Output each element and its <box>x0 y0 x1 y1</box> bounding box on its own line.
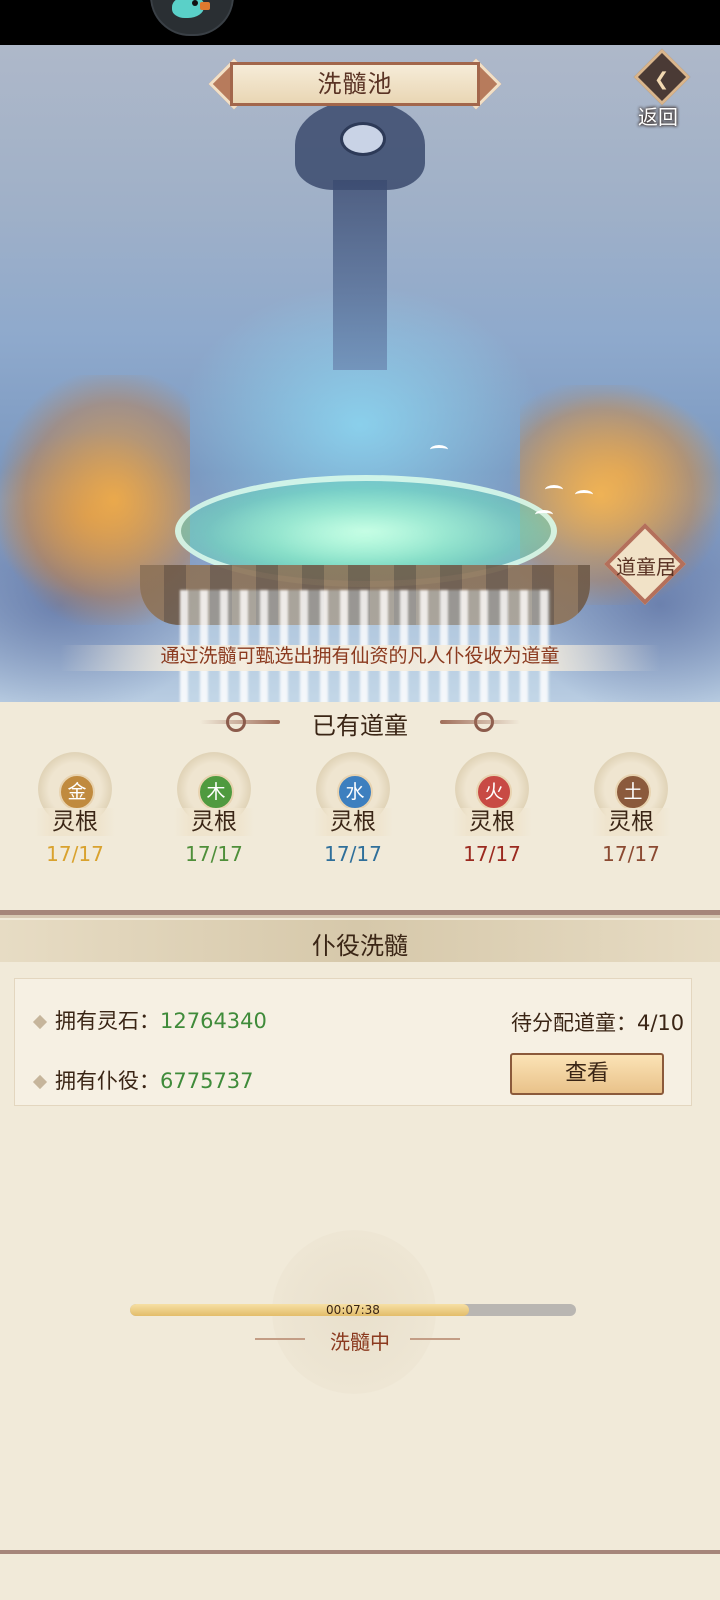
root-count: 17/17 <box>185 842 243 866</box>
spirit-tower <box>285 100 435 370</box>
root-fire[interactable]: 火 灵根 17/17 <box>452 752 532 872</box>
root-metal[interactable]: 金 灵根 17/17 <box>35 752 115 872</box>
wash-status: 洗髓中 <box>330 1330 390 1354</box>
servant-section-title: 仆役洗髓 <box>312 932 408 960</box>
daotongju-label: 道童居 <box>616 555 676 579</box>
spirit-roots: 金 灵根 17/17 木 灵根 17/17 水 灵根 17/17 火 灵根 17… <box>0 752 720 872</box>
back-label: 返回 <box>638 105 678 129</box>
crane-icon <box>430 445 448 454</box>
servants-value: 6775737 <box>160 1069 254 1093</box>
stones-value: 12764340 <box>160 1009 267 1033</box>
status-bar <box>0 0 720 45</box>
root-label: 灵根 <box>313 808 393 836</box>
root-count: 17/17 <box>463 842 521 866</box>
crane-icon <box>575 490 593 499</box>
pending-row: 待分配道童：4/10 <box>511 1007 684 1037</box>
water-element-icon: 水 <box>337 774 373 810</box>
root-label: 灵根 <box>35 808 115 836</box>
root-label: 灵根 <box>174 808 254 836</box>
root-earth[interactable]: 土 灵根 17/17 <box>591 752 671 872</box>
back-button[interactable]: ❮ 返回 <box>630 48 700 129</box>
root-count: 17/17 <box>46 842 104 866</box>
wood-element-icon: 木 <box>198 774 234 810</box>
stones-row: 拥有灵石：12764340 <box>32 1005 267 1035</box>
lower-panel: 已有道童 金 灵根 17/17 木 灵根 17/17 水 灵根 17/17 火 … <box>0 702 720 1600</box>
root-label: 灵根 <box>591 808 671 836</box>
servant-info-box: 拥有灵石：12764340 拥有仆役：6775737 待分配道童：4/10 查看 <box>14 978 692 1106</box>
root-count: 17/17 <box>602 842 660 866</box>
wash-timer: 00:07:38 <box>326 1303 380 1317</box>
root-label: 灵根 <box>452 808 532 836</box>
servants-row: 拥有仆役：6775737 <box>32 1065 254 1095</box>
crane-icon <box>545 485 563 494</box>
earth-element-icon: 土 <box>615 774 651 810</box>
fire-element-icon: 火 <box>476 774 512 810</box>
pending-label: 待分配道童： <box>511 1011 637 1035</box>
servants-label: 拥有仆役： <box>55 1069 160 1093</box>
daotong-section-header: 已有道童 <box>190 702 530 744</box>
scene-description: 通过洗髓可甄选出拥有仙资的凡人仆役收为道童 <box>160 645 560 667</box>
stones-label: 拥有灵石： <box>55 1009 160 1033</box>
daotongju-button[interactable]: 道童居 <box>603 522 688 607</box>
root-wood[interactable]: 木 灵根 17/17 <box>174 752 254 872</box>
pending-value: 4/10 <box>637 1011 685 1035</box>
metal-element-icon: 金 <box>59 774 95 810</box>
diamond-bullet-icon <box>32 1014 48 1030</box>
view-button[interactable]: 查看 <box>510 1053 664 1095</box>
page-title: 洗髓池 <box>317 70 393 98</box>
wash-pool-scene: 洗髓池 ❮ 返回 道童居 通过洗髓可甄选出拥有仙资的凡人仆役收为道童 <box>0 45 720 702</box>
root-count: 17/17 <box>324 842 382 866</box>
diamond-bullet-icon <box>32 1074 48 1090</box>
title-plaque: 洗髓池 <box>208 58 502 110</box>
root-water[interactable]: 水 灵根 17/17 <box>313 752 393 872</box>
crane-icon <box>535 510 553 519</box>
app-mascot-icon <box>150 0 234 36</box>
servant-section-header: 仆役洗髓 <box>0 920 720 962</box>
